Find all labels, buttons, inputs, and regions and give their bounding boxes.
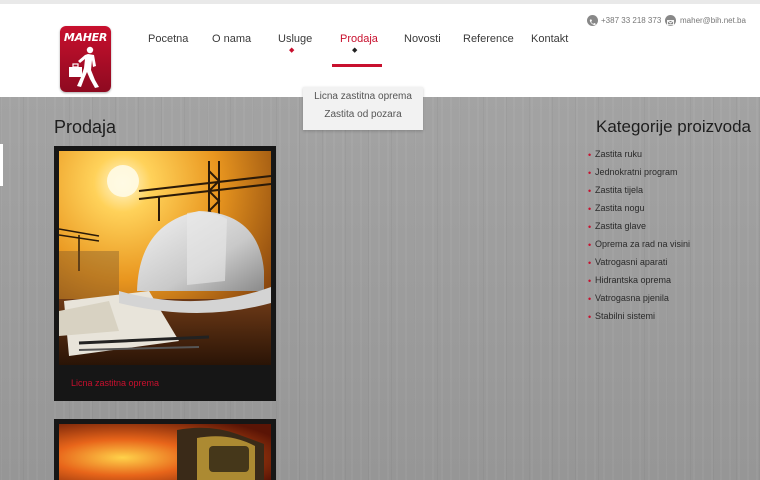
product-card[interactable] — [54, 419, 276, 480]
nav-item-usluge[interactable]: Usluge — [278, 33, 312, 45]
bullet-icon: • — [588, 168, 592, 178]
product-card[interactable]: Licna zastitna oprema — [54, 146, 276, 401]
submenu-indicator-icon: ◆ — [289, 47, 295, 54]
category-item-stabilni-sistemi[interactable]: • Stabilni sistemi — [588, 311, 690, 329]
bullet-icon: • — [588, 276, 592, 286]
bullet-icon: • — [588, 312, 592, 322]
bullet-icon: • — [588, 204, 592, 214]
active-nav-underline — [332, 64, 382, 67]
category-label: Stabilni sistemi — [595, 311, 656, 321]
sidebar-title: Kategorije proizvoda — [596, 117, 751, 136]
category-label: Zastita glave — [595, 221, 647, 231]
category-item-zastita-nogu[interactable]: • Zastita nogu — [588, 203, 690, 221]
category-list: • Zastita ruku • Jednokratni program • Zast… — [588, 149, 690, 329]
bullet-icon: • — [588, 240, 592, 250]
worker-figure-icon — [69, 46, 99, 88]
category-label: Vatrogasna pjenila — [595, 293, 669, 303]
category-item-oprema-za-rad-na-visini[interactable]: • Oprema za rad na visini — [588, 239, 690, 257]
email-address[interactable]: maher@bih.net.ba — [680, 16, 746, 25]
phone-number[interactable]: +387 33 218 373 — [601, 16, 661, 25]
nav-item-reference[interactable]: Reference — [463, 33, 514, 45]
category-item-vatrogasna-pjenila[interactable]: • Vatrogasna pjenila — [588, 293, 690, 311]
envelope-icon — [665, 15, 676, 26]
bullet-icon: • — [588, 150, 592, 160]
bullet-icon: • — [588, 294, 592, 304]
category-item-zastita-tijela[interactable]: • Zastita tijela — [588, 185, 690, 203]
category-label: Jednokratni program — [595, 167, 678, 177]
category-item-hidrantska-oprema[interactable]: • Hidrantska oprema — [588, 275, 690, 293]
category-label: Zastita tijela — [595, 185, 644, 195]
category-label: Hidrantska oprema — [595, 275, 672, 285]
category-item-zastita-glave[interactable]: • Zastita glave — [588, 221, 690, 239]
category-item-vatrogasni-aparati[interactable]: • Vatrogasni aparati — [588, 257, 690, 275]
nav-item-pocetna[interactable]: Pocetna — [148, 33, 188, 45]
nav-item-prodaja[interactable]: Prodaja — [340, 33, 378, 45]
submenu-indicator-icon: ◆ — [352, 47, 358, 54]
card-caption[interactable]: Licna zastitna oprema — [71, 378, 159, 388]
side-tab[interactable] — [0, 144, 3, 186]
category-item-zastita-ruku[interactable]: • Zastita ruku — [588, 149, 690, 167]
phone-icon — [587, 15, 598, 26]
logo-text: MAHER — [63, 31, 108, 44]
nav-item-novosti[interactable]: Novosti — [404, 33, 441, 45]
dropdown-item-zastita-od-pozara[interactable]: Zastita od pozara — [303, 109, 423, 120]
category-item-jednokratni-program[interactable]: • Jednokratni program — [588, 167, 690, 185]
nav-item-o-nama[interactable]: O nama — [212, 33, 251, 45]
bullet-icon: • — [588, 186, 592, 196]
category-label: Zastita nogu — [595, 203, 645, 213]
category-label: Zastita ruku — [595, 149, 643, 159]
dropdown-item-licna-zastitna-oprema[interactable]: Licna zastitna oprema — [303, 91, 423, 102]
site-header: MAHER +387 33 218 373 maher@bih.net.ba P… — [0, 0, 760, 97]
page-title: Prodaja — [54, 117, 117, 137]
bullet-icon: • — [588, 222, 592, 232]
bullet-icon: • — [588, 258, 592, 268]
category-label: Vatrogasni aparati — [595, 257, 668, 267]
prodaja-dropdown-menu: Licna zastitna oprema Zastita od pozara — [303, 87, 423, 130]
category-label: Oprema za rad na visini — [595, 239, 691, 249]
nav-item-kontakt[interactable]: Kontakt — [531, 33, 568, 45]
maher-logo[interactable]: MAHER — [60, 26, 111, 92]
firefighter-flames-photo — [59, 424, 271, 480]
helmet-crane-photo — [59, 151, 271, 365]
